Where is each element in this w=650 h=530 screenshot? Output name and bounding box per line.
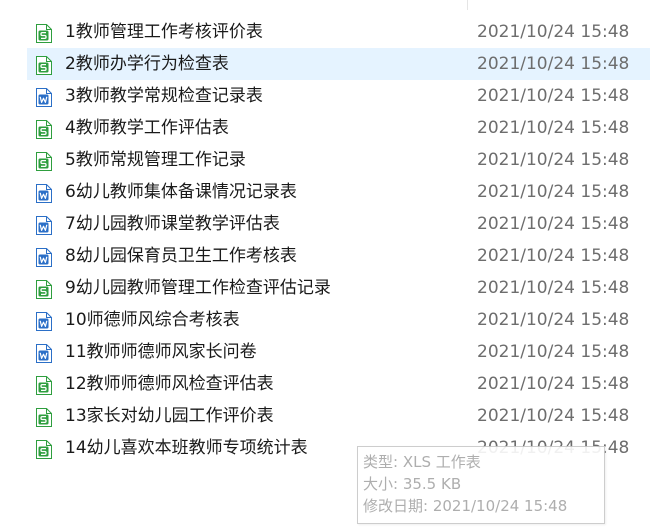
- file-modified-date: 2021/10/24 15:48: [477, 22, 630, 42]
- file-modified-date: 2021/10/24 15:48: [477, 118, 630, 138]
- file-name: 4教师教学工作评估表: [65, 118, 229, 138]
- file-row[interactable]: 3教师教学常规检查记录表 2021/10/24 15:48: [27, 80, 650, 112]
- file-modified-date: 2021/10/24 15:48: [477, 310, 630, 330]
- file-row[interactable]: 1教师管理工作考核评价表 2021/10/24 15:48: [27, 16, 650, 48]
- xls-file-icon: [36, 120, 52, 139]
- file-row[interactable]: 10师德师风综合考核表 2021/10/24 15:48: [27, 304, 650, 336]
- file-name: 11教师师德师风家长问卷: [65, 342, 257, 362]
- tooltip-modified: 修改日期: 2021/10/24 15:48: [363, 497, 568, 515]
- doc-file-icon: [36, 312, 52, 331]
- column-divider[interactable]: [467, 0, 468, 10]
- file-info-tooltip: 类型: XLS 工作表 大小: 35.5 KB 修改日期: 2021/10/24…: [357, 446, 605, 524]
- file-name: 12教师师德师风检查评估表: [65, 374, 274, 394]
- file-row[interactable]: 6幼儿教师集体备课情况记录表 2021/10/24 15:48: [27, 176, 650, 208]
- file-modified-date: 2021/10/24 15:48: [477, 86, 630, 106]
- file-name: 2教师办学行为检查表: [65, 54, 229, 74]
- xls-file-icon: [36, 440, 52, 459]
- file-row[interactable]: 12教师师德师风检查评估表 2021/10/24 15:48: [27, 368, 650, 400]
- tooltip-type: 类型: XLS 工作表: [363, 453, 481, 471]
- file-name: 5教师常规管理工作记录: [65, 150, 246, 170]
- file-name: 13家长对幼儿园工作评价表: [65, 406, 274, 426]
- doc-file-icon: [36, 88, 52, 107]
- file-row[interactable]: 13家长对幼儿园工作评价表 2021/10/24 15:48: [27, 400, 650, 432]
- xls-file-icon: [36, 408, 52, 427]
- xls-file-icon: [36, 152, 52, 171]
- file-name: 8幼儿园保育员卫生工作考核表: [65, 246, 297, 266]
- file-list: 1教师管理工作考核评价表 2021/10/24 15:48 2教师办学行为检查表 20…: [0, 16, 650, 464]
- file-row[interactable]: 4教师教学工作评估表 2021/10/24 15:48: [27, 112, 650, 144]
- file-row[interactable]: 9幼儿园教师管理工作检查评估记录 2021/10/24 15:48: [27, 272, 650, 304]
- file-modified-date: 2021/10/24 15:48: [477, 342, 630, 362]
- file-modified-date: 2021/10/24 15:48: [477, 150, 630, 170]
- file-row[interactable]: 5教师常规管理工作记录 2021/10/24 15:48: [27, 144, 650, 176]
- file-modified-date: 2021/10/24 15:48: [477, 246, 630, 266]
- xls-file-icon: [36, 280, 52, 299]
- xls-file-icon: [36, 56, 52, 75]
- doc-file-icon: [36, 184, 52, 203]
- tooltip-size: 大小: 35.5 KB: [363, 475, 462, 493]
- file-name: 10师德师风综合考核表: [65, 310, 240, 330]
- file-row[interactable]: 8幼儿园保育员卫生工作考核表 2021/10/24 15:48: [27, 240, 650, 272]
- file-modified-date: 2021/10/24 15:48: [477, 278, 630, 298]
- file-name: 6幼儿教师集体备课情况记录表: [65, 182, 297, 202]
- doc-file-icon: [36, 248, 52, 267]
- xls-file-icon: [36, 376, 52, 395]
- file-row[interactable]: 2教师办学行为检查表 2021/10/24 15:48: [27, 48, 650, 80]
- file-name: 7幼儿园教师课堂教学评估表: [65, 214, 280, 234]
- file-row[interactable]: 11教师师德师风家长问卷 2021/10/24 15:48: [27, 336, 650, 368]
- file-name: 3教师教学常规检查记录表: [65, 86, 263, 106]
- doc-file-icon: [36, 216, 52, 235]
- xls-file-icon: [36, 24, 52, 43]
- file-modified-date: 2021/10/24 15:48: [477, 54, 630, 74]
- file-modified-date: 2021/10/24 15:48: [477, 406, 630, 426]
- doc-file-icon: [36, 344, 52, 363]
- file-modified-date: 2021/10/24 15:48: [477, 214, 630, 234]
- file-name: 9幼儿园教师管理工作检查评估记录: [65, 278, 331, 298]
- file-explorer: 1教师管理工作考核评价表 2021/10/24 15:48 2教师办学行为检查表 20…: [0, 0, 650, 530]
- file-name: 1教师管理工作考核评价表: [65, 22, 263, 42]
- file-modified-date: 2021/10/24 15:48: [477, 374, 630, 394]
- file-row[interactable]: 7幼儿园教师课堂教学评估表 2021/10/24 15:48: [27, 208, 650, 240]
- file-modified-date: 2021/10/24 15:48: [477, 182, 630, 202]
- file-name: 14幼儿喜欢本班教师专项统计表: [65, 438, 308, 458]
